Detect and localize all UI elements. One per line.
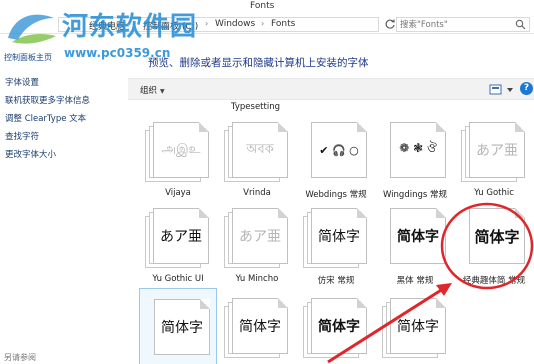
font-file-icon: あア亜 [224, 208, 288, 270]
search-icon[interactable] [515, 19, 526, 30]
font-sample: 简体字 [318, 319, 360, 335]
font-file-icon: あア亜 [461, 122, 525, 184]
partial-font-label: Typesetting [231, 102, 280, 112]
font-file-icon: 简体字 [303, 208, 367, 270]
font-settings-link[interactable]: 字体设置 [5, 76, 39, 88]
font-sample: あア亜 [239, 229, 281, 245]
font-tile-fangsong[interactable]: 简体字 仿宋 常规 [297, 198, 375, 290]
left-pane: 控制面板主页 字体设置 联机获取更多字体信息 调整 ClearType 文本 查… [0, 34, 128, 364]
font-tile-songti[interactable]: 简体字 [218, 288, 296, 364]
font-tile-kaiti[interactable]: 简体字 [139, 288, 217, 364]
breadcrumb-separator: › [261, 19, 265, 28]
font-file-icon: 简体字 [303, 298, 367, 360]
font-tile-wingdings[interactable]: ❁ ❃ ঔ Wingdings 常规 [376, 112, 454, 204]
breadcrumb-separator: › [205, 19, 209, 28]
font-sample: ❁ ❃ ঔ [399, 141, 437, 155]
chevron-down-icon: ▼ [160, 88, 165, 95]
font-tile-webdings[interactable]: ✔ 🎧 ○ Webdings 常规 [297, 112, 375, 204]
font-sample: ✔ 🎧 ○ [319, 143, 359, 157]
font-file-icon: 简体字 [461, 208, 525, 270]
refresh-icon[interactable] [384, 18, 396, 30]
search-box[interactable] [396, 17, 530, 32]
font-file-icon: ✔ 🎧 ○ [303, 122, 367, 184]
font-name: 黑体 常规 [396, 276, 434, 286]
breadcrumb-fonts[interactable]: Fonts [271, 19, 295, 29]
command-bar: 组织 ▼ ? [128, 78, 534, 100]
watermark-text: 河东软件园 [62, 12, 198, 42]
font-tile-xinsongti[interactable]: 简体字 [376, 288, 454, 364]
window-title: Fonts [250, 1, 275, 11]
font-name: 仿宋 常规 [317, 276, 355, 286]
font-file-icon: அஇஉ [145, 122, 209, 184]
font-sample: あア亜 [160, 229, 202, 245]
font-name: Vijaya [165, 188, 191, 198]
font-tile-yu-mincho[interactable]: あア亜 Yu Mincho [218, 198, 296, 290]
find-character-link[interactable]: 查找字符 [5, 130, 39, 142]
font-tile-yu-gothic-ui[interactable]: あア亜 Yu Gothic UI [139, 198, 217, 290]
see-also-label: 另请参阅 [4, 353, 36, 362]
font-sample: 简体字 [161, 320, 203, 336]
font-sample: あア亜 [476, 143, 518, 159]
breadcrumb-windows[interactable]: Windows [215, 19, 255, 29]
font-file-icon: ❁ ❃ ঔ [382, 122, 446, 184]
font-name: Yu Gothic [474, 188, 514, 198]
font-tile-yahei[interactable]: 简体字 [297, 288, 375, 364]
search-input[interactable] [400, 18, 512, 31]
font-name: Yu Mincho [235, 274, 279, 284]
font-sample: 简体字 [474, 227, 520, 246]
fonts-window: Fonts 经典电脑 › 控制面板 (C:) › Windows › Fonts… [0, 0, 534, 364]
font-tile-vrinda[interactable]: অবক Vrinda [218, 112, 296, 204]
font-file-icon: あア亜 [145, 208, 209, 270]
change-font-size-link[interactable]: 更改字体大小 [5, 148, 56, 160]
font-sample: 简体字 [397, 319, 439, 335]
font-tile-heiti[interactable]: 简体字 黑体 常规 [376, 198, 454, 290]
font-tile-yu-gothic[interactable]: あア亜 Yu Gothic [455, 112, 533, 204]
font-name: 经典趣体简 常规 [462, 276, 526, 286]
help-icon[interactable]: ? [520, 82, 533, 95]
watermark-logo [8, 14, 56, 44]
font-file-icon: 简体字 [382, 298, 446, 360]
font-sample: 简体字 [397, 229, 439, 245]
font-tile-vijaya[interactable]: அஇஉ Vijaya [139, 112, 217, 204]
organize-label: 组织 [140, 86, 158, 96]
control-panel-home-link[interactable]: 控制面板主页 [4, 52, 52, 63]
view-icon[interactable] [488, 83, 518, 96]
page-heading: 预览、删除或者显示和隐藏计算机上安装的字体 [148, 57, 369, 69]
font-file-icon: 简体字 [224, 298, 288, 360]
font-name: Vrinda [243, 188, 271, 198]
font-file-icon: অবক [224, 122, 288, 184]
font-file-icon: 简体字 [146, 299, 210, 361]
font-name: Yu Gothic UI [152, 274, 204, 284]
font-file-icon: 简体字 [382, 208, 446, 270]
organize-button[interactable]: 组织 ▼ [140, 84, 165, 96]
font-sample: 简体字 [239, 319, 281, 335]
get-more-fonts-link[interactable]: 联机获取更多字体信息 [5, 94, 90, 106]
font-tile-jingdian-quti[interactable]: 简体字 经典趣体简 常规 [455, 198, 533, 290]
cleartype-link[interactable]: 调整 ClearType 文本 [5, 112, 86, 124]
font-sample: অবক [246, 141, 274, 157]
font-sample: அஇஉ [161, 142, 201, 157]
font-sample: 简体字 [318, 229, 360, 245]
